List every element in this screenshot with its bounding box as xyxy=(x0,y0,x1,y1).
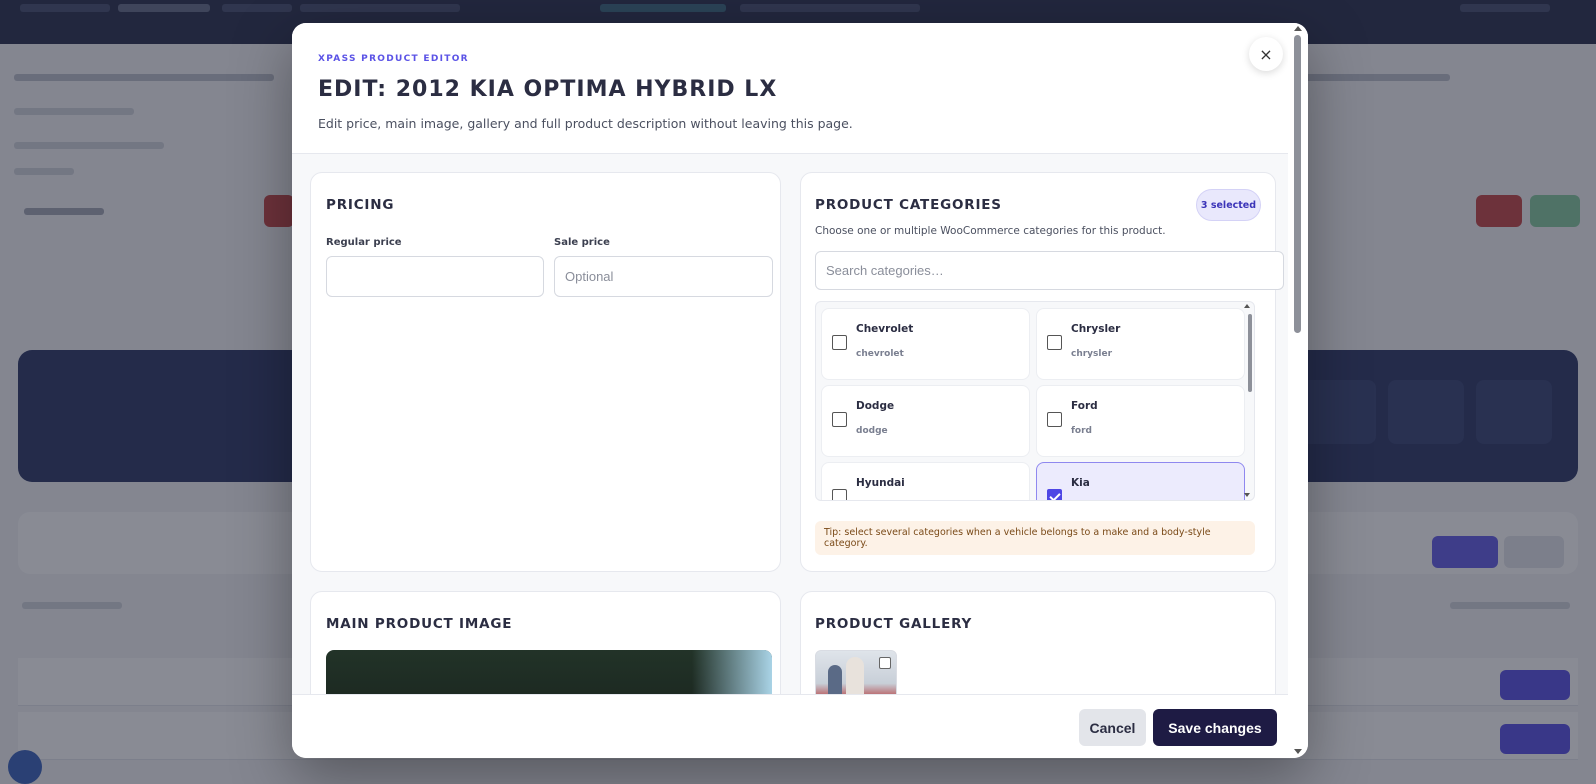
category-checkbox[interactable] xyxy=(1047,412,1062,427)
sale-price-input[interactable] xyxy=(554,256,773,297)
modal-subtitle: Edit price, main image, gallery and full… xyxy=(318,116,853,131)
product-editor-modal: XPASS PRODUCT EDITOR EDIT: 2012 KIA OPTI… xyxy=(292,23,1308,758)
category-checkbox[interactable] xyxy=(832,335,847,350)
scroll-up-icon[interactable] xyxy=(1294,26,1302,31)
close-button[interactable]: × xyxy=(1249,37,1283,71)
category-name: Chevrolet xyxy=(856,323,914,335)
category-list: Chevrolet chevrolet Chrysler chrysler Do… xyxy=(815,301,1255,501)
category-name: Chrysler xyxy=(1071,323,1121,335)
category-name: Ford xyxy=(1071,400,1098,412)
gallery-title: PRODUCT GALLERY xyxy=(815,616,973,632)
category-name: Hyundai xyxy=(856,477,905,489)
category-checkbox[interactable] xyxy=(1047,335,1062,350)
save-changes-button[interactable]: Save changes xyxy=(1153,709,1277,746)
category-item-hyundai[interactable]: Hyundai hyundai xyxy=(821,462,1030,500)
category-item-chrysler[interactable]: Chrysler chrysler xyxy=(1036,308,1245,380)
category-slug: ford xyxy=(1071,426,1092,436)
category-slug: chrysler xyxy=(1071,349,1113,359)
pricing-title: PRICING xyxy=(326,197,395,213)
main-image-title: MAIN PRODUCT IMAGE xyxy=(326,616,513,632)
categories-description: Choose one or multiple WooCommerce categ… xyxy=(815,225,1166,237)
regular-price-input[interactable] xyxy=(326,256,544,297)
modal-eyebrow: XPASS PRODUCT EDITOR xyxy=(318,54,469,64)
category-checkbox[interactable] xyxy=(832,412,847,427)
pricing-card: PRICING Regular price Sale price xyxy=(310,172,781,572)
list-scroll-up-icon[interactable] xyxy=(1244,304,1250,308)
category-item-chevrolet[interactable]: Chevrolet chevrolet xyxy=(821,308,1030,380)
category-search-input[interactable] xyxy=(815,251,1284,290)
categories-card: PRODUCT CATEGORIES 3 selected Choose one… xyxy=(800,172,1284,572)
category-slug: chevrolet xyxy=(856,349,904,359)
list-scroll-down-icon[interactable] xyxy=(1244,493,1250,497)
modal-header: XPASS PRODUCT EDITOR EDIT: 2012 KIA OPTI… xyxy=(292,23,1288,154)
scroll-down-icon[interactable] xyxy=(1294,749,1302,754)
modal-footer: Cancel Save changes xyxy=(292,694,1288,758)
gallery-thumbnail-checkbox[interactable] xyxy=(879,657,891,669)
category-checkbox-checked[interactable] xyxy=(1047,489,1062,500)
category-name: Kia xyxy=(1071,477,1090,489)
category-item-dodge[interactable]: Dodge dodge xyxy=(821,385,1030,457)
category-checkbox[interactable] xyxy=(832,489,847,500)
modal-scrollbar[interactable] xyxy=(1288,23,1308,758)
close-icon: × xyxy=(1259,44,1273,64)
modal-scroll-thumb[interactable] xyxy=(1294,35,1301,333)
modal-title: EDIT: 2012 KIA OPTIMA HYBRID LX xyxy=(318,77,778,102)
category-slug: dodge xyxy=(856,426,888,436)
categories-title: PRODUCT CATEGORIES xyxy=(815,197,1002,213)
regular-price-label: Regular price xyxy=(326,237,402,248)
category-item-ford[interactable]: Ford ford xyxy=(1036,385,1245,457)
category-name: Dodge xyxy=(856,400,895,412)
sale-price-label: Sale price xyxy=(554,237,610,248)
selected-count-badge: 3 selected xyxy=(1196,189,1261,221)
category-list-scrollbar[interactable] xyxy=(1248,314,1252,392)
category-tip: Tip: select several categories when a ve… xyxy=(815,521,1255,555)
category-item-kia[interactable]: Kia kia xyxy=(1036,462,1245,500)
cancel-button[interactable]: Cancel xyxy=(1079,709,1146,746)
